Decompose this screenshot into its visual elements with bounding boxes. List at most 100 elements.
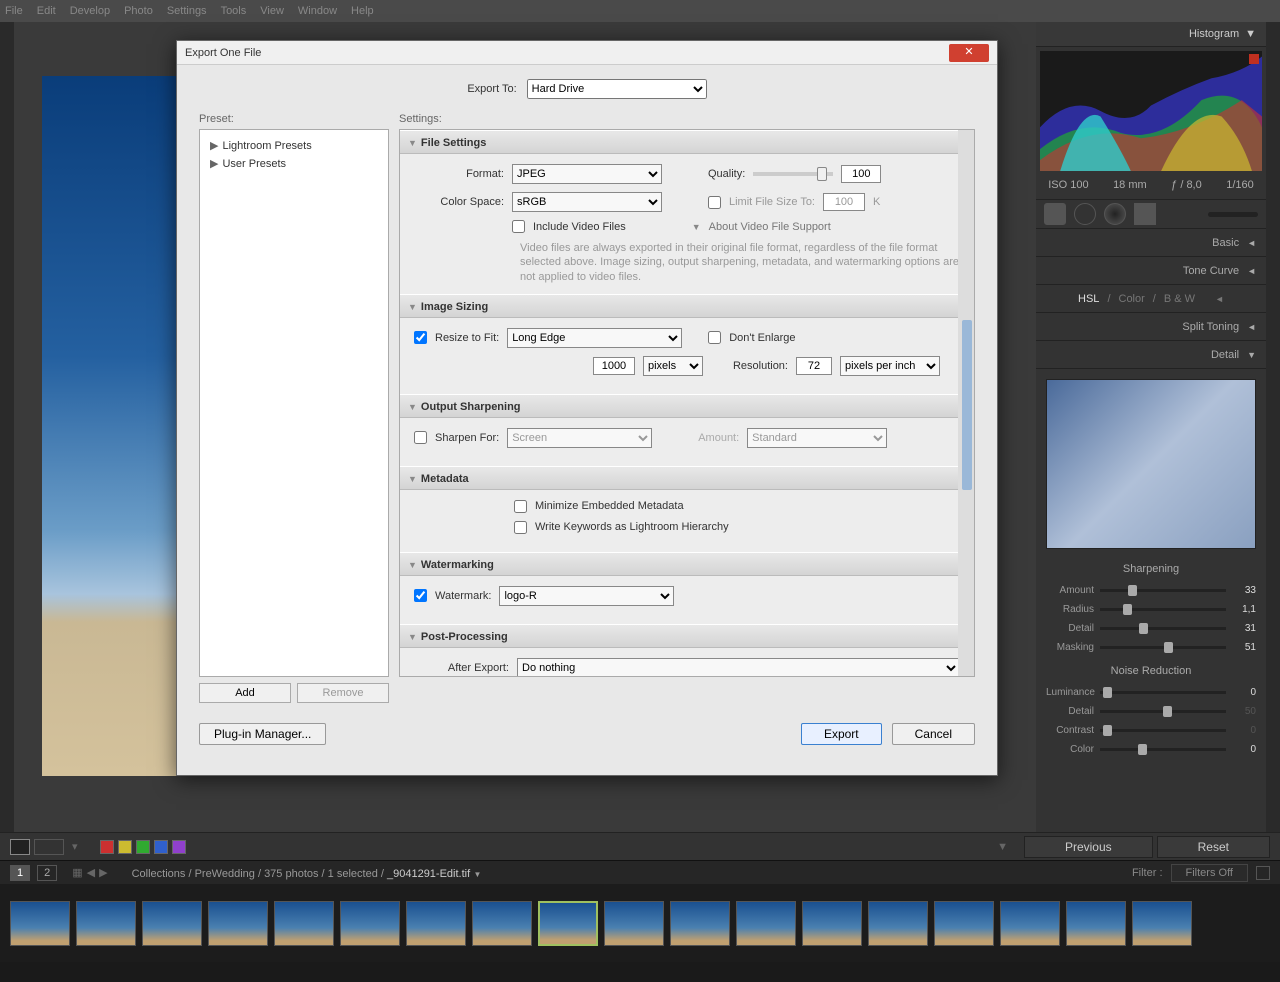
filmstrip-thumb[interactable] [736,901,796,946]
section-file-settings[interactable]: ▼File Settings [400,130,974,154]
menu-tools[interactable]: Tools [221,5,247,17]
spot-tool-icon[interactable] [1074,203,1096,225]
label-purple[interactable] [172,840,186,854]
slider-detail[interactable]: Detail50 [1046,702,1256,721]
filmstrip-thumb[interactable] [670,901,730,946]
prev-arrow-icon[interactable]: ◀ [87,866,95,879]
next-arrow-icon[interactable]: ▶ [99,866,107,879]
slider-radius[interactable]: Radius1,1 [1046,600,1256,619]
about-video-link[interactable]: About Video File Support [709,221,831,233]
colorspace-select[interactable]: sRGB [512,192,662,212]
filmstrip-thumb[interactable] [1066,901,1126,946]
limit-filesize-checkbox[interactable] [708,196,721,209]
brush-tool-icon[interactable] [1208,212,1258,217]
filmstrip-thumb[interactable] [1000,901,1060,946]
filmstrip-thumb[interactable] [934,901,994,946]
preset-remove-button[interactable]: Remove [297,683,389,703]
menu-window[interactable]: Window [298,5,337,17]
filmstrip-thumb[interactable] [802,901,862,946]
filmstrip-thumb[interactable] [208,901,268,946]
detail-preview[interactable] [1046,379,1256,549]
sharpen-checkbox[interactable] [414,431,427,444]
slider-color[interactable]: Color0 [1046,740,1256,759]
filmstrip-thumb[interactable] [10,901,70,946]
gradient-tool-icon[interactable] [1134,203,1156,225]
compare-mode-icon[interactable] [34,839,64,855]
dropdown-icon[interactable]: ▾ [72,840,78,853]
filmstrip-thumb[interactable] [76,901,136,946]
preset-item[interactable]: ▶Lightroom Presets [206,136,382,154]
left-panel-collapsed[interactable] [0,22,14,832]
resize-checkbox[interactable] [414,331,427,344]
section-output-sharpening[interactable]: ▼Output Sharpening [400,394,974,418]
sharpen-for-select[interactable]: Screen [507,428,652,448]
right-edge[interactable] [1266,22,1280,832]
view-mode-icon[interactable] [10,839,30,855]
dialog-titlebar[interactable]: Export One File ✕ [177,41,997,65]
panel-basic[interactable]: Basic◄ [1036,229,1266,257]
resolution-input[interactable] [796,357,832,375]
filmstrip-thumb[interactable] [340,901,400,946]
keywords-hierarchy-checkbox[interactable] [514,521,527,534]
preset-add-button[interactable]: Add [199,683,291,703]
scrollbar[interactable] [958,130,974,676]
include-video-checkbox[interactable] [512,220,525,233]
histogram-display[interactable] [1040,51,1262,171]
reset-button[interactable]: Reset [1157,836,1270,858]
slider-detail[interactable]: Detail31 [1046,619,1256,638]
dropdown-icon[interactable]: ▼ [997,841,1008,853]
resolution-unit-select[interactable]: pixels per inch [840,356,940,376]
watermark-checkbox[interactable] [414,589,427,602]
filmstrip-thumb[interactable] [604,901,664,946]
filter-select[interactable]: Filters Off [1171,864,1248,882]
menu-photo[interactable]: Photo [124,5,153,17]
sharpen-amount-select[interactable]: Standard [747,428,887,448]
grid-icon[interactable]: ▦ [72,866,82,879]
watermark-select[interactable]: logo-R [499,586,674,606]
filmstrip-thumb[interactable] [142,901,202,946]
filmstrip-thumb[interactable] [868,901,928,946]
preset-item[interactable]: ▶User Presets [206,154,382,172]
filmstrip-thumb[interactable] [472,901,532,946]
label-red[interactable] [100,840,114,854]
size-input[interactable] [593,357,635,375]
format-select[interactable]: JPEG [512,164,662,184]
minimize-metadata-checkbox[interactable] [514,500,527,513]
redeye-tool-icon[interactable] [1104,203,1126,225]
color-tab[interactable]: Color [1119,293,1145,305]
export-button[interactable]: Export [801,723,882,745]
dont-enlarge-checkbox[interactable] [708,331,721,344]
preset-list[interactable]: ▶Lightroom Presets ▶User Presets [199,129,389,677]
panel-detail[interactable]: Detail▼ [1036,341,1266,369]
menu-help[interactable]: Help [351,5,374,17]
quality-input[interactable] [841,165,881,183]
plugin-manager-button[interactable]: Plug-in Manager... [199,723,326,745]
clipping-warning-icon[interactable] [1249,54,1259,64]
slider-masking[interactable]: Masking51 [1046,638,1256,657]
label-green[interactable] [136,840,150,854]
filmstrip-thumb[interactable] [406,901,466,946]
menu-settings[interactable]: Settings [167,5,207,17]
filmstrip-thumb[interactable] [274,901,334,946]
section-watermarking[interactable]: ▼Watermarking [400,552,974,576]
filter-lock-icon[interactable] [1256,866,1270,880]
previous-button[interactable]: Previous [1024,836,1153,858]
histogram-header[interactable]: Histogram ▼ [1036,22,1266,47]
panel-splittoning[interactable]: Split Toning◄ [1036,313,1266,341]
bw-tab[interactable]: B & W [1164,293,1195,305]
label-blue[interactable] [154,840,168,854]
slider-amount[interactable]: Amount33 [1046,581,1256,600]
panel-hsl[interactable]: HSL/ Color/ B & W ◄ [1036,285,1266,313]
filmstrip-thumb[interactable] [538,901,598,946]
page-2[interactable]: 2 [37,865,57,881]
section-metadata[interactable]: ▼Metadata [400,466,974,490]
filmstrip-thumb[interactable] [1132,901,1192,946]
hsl-tab[interactable]: HSL [1078,293,1099,305]
export-to-select[interactable]: Hard Drive [527,79,707,99]
resize-fit-select[interactable]: Long Edge [507,328,682,348]
menu-edit[interactable]: Edit [37,5,56,17]
panel-tonecurve[interactable]: Tone Curve◄ [1036,257,1266,285]
slider-luminance[interactable]: Luminance0 [1046,683,1256,702]
menu-view[interactable]: View [260,5,284,17]
section-image-sizing[interactable]: ▼Image Sizing [400,294,974,318]
